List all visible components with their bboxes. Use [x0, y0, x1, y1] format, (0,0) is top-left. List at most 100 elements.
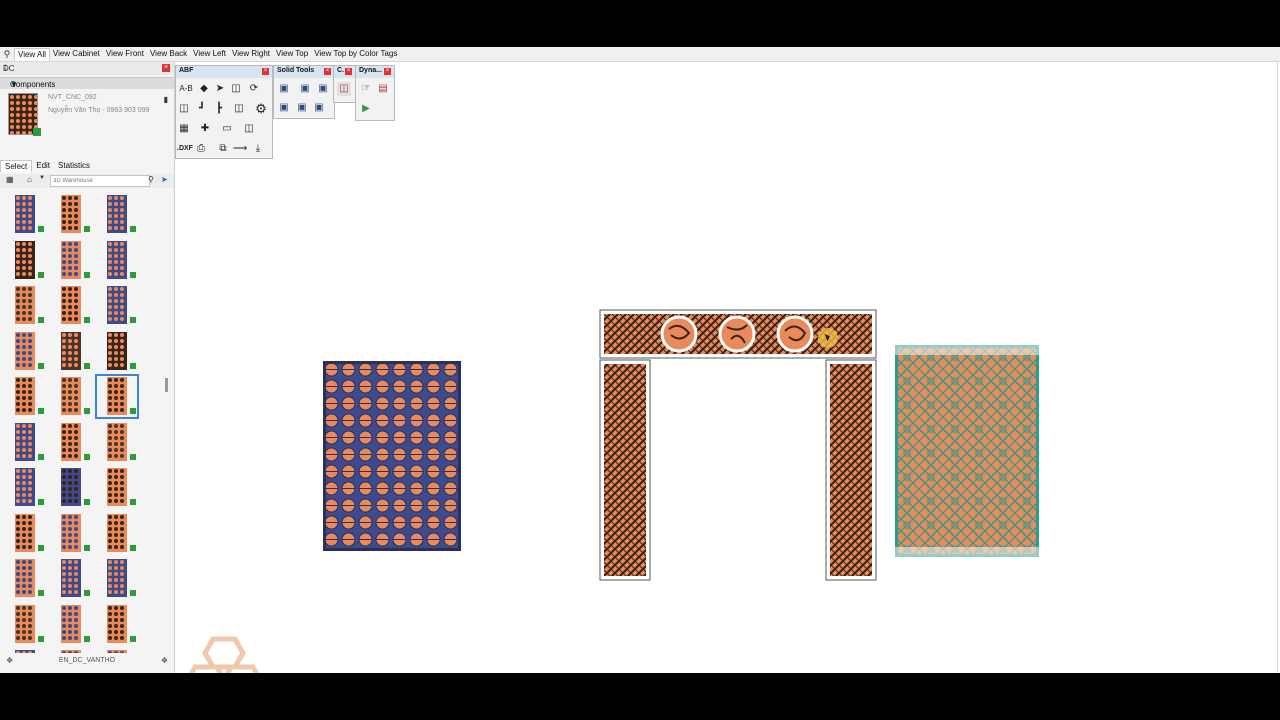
component-thumbnail[interactable] [4, 466, 46, 509]
close-icon[interactable]: × [162, 64, 170, 72]
details-icon[interactable]: ▮ [164, 95, 168, 104]
component-thumbnail[interactable] [50, 512, 92, 555]
copy-icon[interactable]: ⧉ [216, 142, 230, 156]
solid-trim-icon[interactable]: ▣ [277, 101, 291, 115]
mirror-icon[interactable]: ◫ [229, 82, 243, 96]
pin-icon[interactable]: ‡ [3, 63, 157, 72]
component-thumbnail[interactable] [96, 557, 138, 600]
arrow-right-icon[interactable]: ⟶ [233, 142, 247, 156]
panel-pattern-blue[interactable] [323, 361, 461, 551]
edge-right-icon[interactable]: ┣ [212, 102, 226, 116]
components-header[interactable]: ▼ Components [0, 77, 174, 89]
component-tool-icon[interactable]: ◫ [337, 82, 351, 96]
component-thumbnail[interactable] [96, 239, 138, 282]
component-thumbnail[interactable] [96, 603, 138, 646]
close-icon[interactable]: × [345, 68, 352, 75]
columns-icon[interactable]: ◫ [232, 102, 246, 116]
component-name[interactable]: NVT_CNC_092 [48, 94, 97, 101]
tab-view-back[interactable]: View Back [147, 47, 190, 61]
solid-subtract-icon[interactable]: ▣ [316, 82, 330, 96]
nav-forward-icon[interactable]: ❖ [161, 656, 168, 665]
component-thumbnail[interactable] [4, 193, 46, 236]
tag-icon[interactable]: ◆ [197, 82, 211, 96]
component-thumbnail[interactable] [4, 603, 46, 646]
component-thumbnail[interactable] [4, 421, 46, 464]
component-thumbnail[interactable] [4, 375, 46, 418]
edge-left-icon[interactable]: ┛ [195, 102, 209, 116]
component-thumbnail[interactable] [4, 239, 46, 282]
component-thumbnail[interactable] [50, 421, 92, 464]
panel-pattern-teal[interactable] [895, 345, 1039, 557]
component-thumbnail[interactable] [50, 193, 92, 236]
arrow-down-icon[interactable]: ⤓ [251, 142, 265, 156]
tab-view-front[interactable]: View Front [103, 47, 147, 61]
tab-view-all[interactable]: View All [14, 47, 50, 61]
component-thumbnail[interactable] [95, 374, 139, 419]
toolbar-solid-header[interactable]: Solid Tools × [274, 66, 334, 78]
warehouse-search-input[interactable] [50, 175, 150, 187]
component-thumbnail[interactable] [96, 193, 138, 236]
toolbar-dyna-header[interactable]: Dyna... × [356, 66, 394, 78]
close-icon[interactable]: × [324, 68, 331, 75]
tab-select[interactable]: Select [0, 160, 33, 172]
forward-icon[interactable]: ➤ [161, 175, 168, 184]
component-thumbnail[interactable] [50, 648, 92, 653]
move-icon[interactable]: ✚ [198, 122, 212, 136]
component-description[interactable]: Nguyễn Văn Thọ - 0963 903 099 [48, 107, 149, 114]
search-icon[interactable]: ⚲ [148, 175, 154, 184]
solid-split-icon[interactable]: ▣ [295, 101, 309, 115]
component-thumbnail[interactable] [96, 284, 138, 327]
component-thumbnail[interactable] [96, 330, 138, 373]
table-icon[interactable]: ▦ [177, 122, 191, 136]
toolbar-abf-header[interactable]: ABF × [176, 66, 272, 78]
tab-view-cabinet[interactable]: View Cabinet [50, 47, 103, 61]
archway-frame[interactable] [599, 309, 878, 583]
search-icon[interactable]: ⚲ [0, 49, 14, 60]
close-icon[interactable]: × [384, 68, 391, 75]
tab-view-top-color-tags[interactable]: View Top by Color Tags [311, 47, 400, 61]
settings-gear-icon[interactable]: ⚙ [254, 102, 268, 116]
component-thumbnail[interactable] [50, 603, 92, 646]
select-arrow-icon[interactable]: ➤ [213, 82, 227, 96]
component-thumbnail[interactable] [50, 330, 92, 373]
component-thumbnail[interactable] [4, 330, 46, 373]
component-thumbnail[interactable] [4, 648, 46, 653]
component-attributes-icon[interactable]: ▶ [359, 102, 373, 116]
component-options-icon[interactable]: ▤ [376, 82, 390, 96]
toolbar-c-header[interactable]: C. × [334, 66, 355, 78]
layout-icon[interactable]: ◫ [242, 122, 256, 136]
close-icon[interactable]: × [262, 68, 269, 75]
component-thumbnail[interactable] [96, 648, 138, 653]
component-thumbnail[interactable] [50, 557, 92, 600]
tab-view-left[interactable]: View Left [190, 47, 229, 61]
dropdown-icon[interactable]: ▼ [39, 175, 45, 181]
component-thumbnail[interactable] [4, 512, 46, 555]
tab-edit[interactable]: Edit [32, 160, 54, 172]
grid-scrollbar[interactable] [165, 193, 168, 653]
component-thumbnail[interactable] [50, 375, 92, 418]
component-thumbnail[interactable] [4, 284, 46, 327]
panel-icon[interactable]: ◫ [177, 102, 191, 116]
component-thumbnail[interactable] [50, 466, 92, 509]
component-thumbnail[interactable] [50, 239, 92, 282]
print-icon[interactable]: ⎙ [194, 142, 208, 156]
component-thumbnail[interactable] [96, 421, 138, 464]
home-icon[interactable]: ⌂ [27, 175, 32, 184]
scrollbar-thumb[interactable] [165, 378, 168, 392]
dxf-export-icon[interactable]: .DXF [176, 142, 194, 156]
solid-intersect-icon[interactable]: ▣ [298, 82, 312, 96]
solid-union-icon[interactable]: ▣ [277, 82, 291, 96]
view-options-icon[interactable]: ▦ [6, 175, 14, 184]
component-thumbnail[interactable] [4, 557, 46, 600]
rectangle-icon[interactable]: ▭ [220, 122, 234, 136]
component-thumbnail[interactable] [50, 284, 92, 327]
rotate-icon[interactable]: ⟳ [247, 82, 261, 96]
tab-view-right[interactable]: View Right [229, 47, 273, 61]
component-thumbnail[interactable] [96, 466, 138, 509]
ab-tool-icon[interactable]: A-B [177, 82, 195, 96]
tab-statistics[interactable]: Statistics [54, 160, 94, 172]
interact-icon[interactable]: ☞ [359, 82, 373, 96]
tab-view-top[interactable]: View Top [273, 47, 311, 61]
component-thumbnail[interactable] [96, 512, 138, 555]
solid-outer-shell-icon[interactable]: ▣ [312, 101, 326, 115]
